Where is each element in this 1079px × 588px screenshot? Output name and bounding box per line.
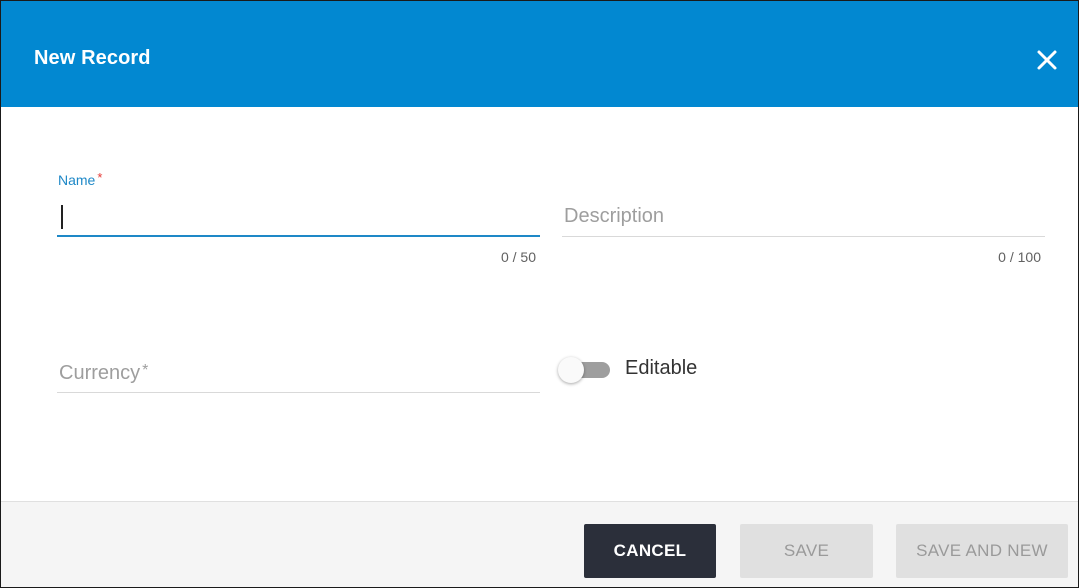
name-char-counter: 0 / 50 (500, 249, 536, 265)
dialog-footer: CANCEL SAVE SAVE AND NEW (1, 501, 1078, 587)
name-field-label: Name * (58, 170, 102, 188)
new-record-dialog: New Record Name * 0 / 50 Description 0 / … (0, 0, 1079, 588)
dialog-header: New Record (1, 1, 1078, 107)
currency-input-underline (57, 392, 540, 393)
text-cursor (61, 205, 63, 229)
description-input-underline (562, 236, 1045, 237)
name-input-underline (57, 235, 540, 237)
save-button[interactable]: SAVE (740, 524, 873, 578)
editable-toggle[interactable] (558, 356, 614, 384)
cancel-button[interactable]: CANCEL (584, 524, 716, 578)
close-icon (1037, 50, 1057, 70)
editable-label: Editable (625, 357, 698, 379)
name-required-mark: * (97, 170, 103, 185)
save-and-new-button[interactable]: SAVE AND NEW (896, 524, 1068, 578)
close-button[interactable] (1027, 39, 1067, 79)
currency-input[interactable] (58, 357, 540, 387)
toggle-thumb (558, 357, 584, 383)
dialog-title: New Record (34, 47, 151, 69)
description-char-counter: 0 / 100 (998, 249, 1041, 265)
name-input[interactable] (58, 202, 540, 232)
description-input[interactable] (562, 202, 1045, 232)
name-label-text: Name (58, 172, 96, 188)
